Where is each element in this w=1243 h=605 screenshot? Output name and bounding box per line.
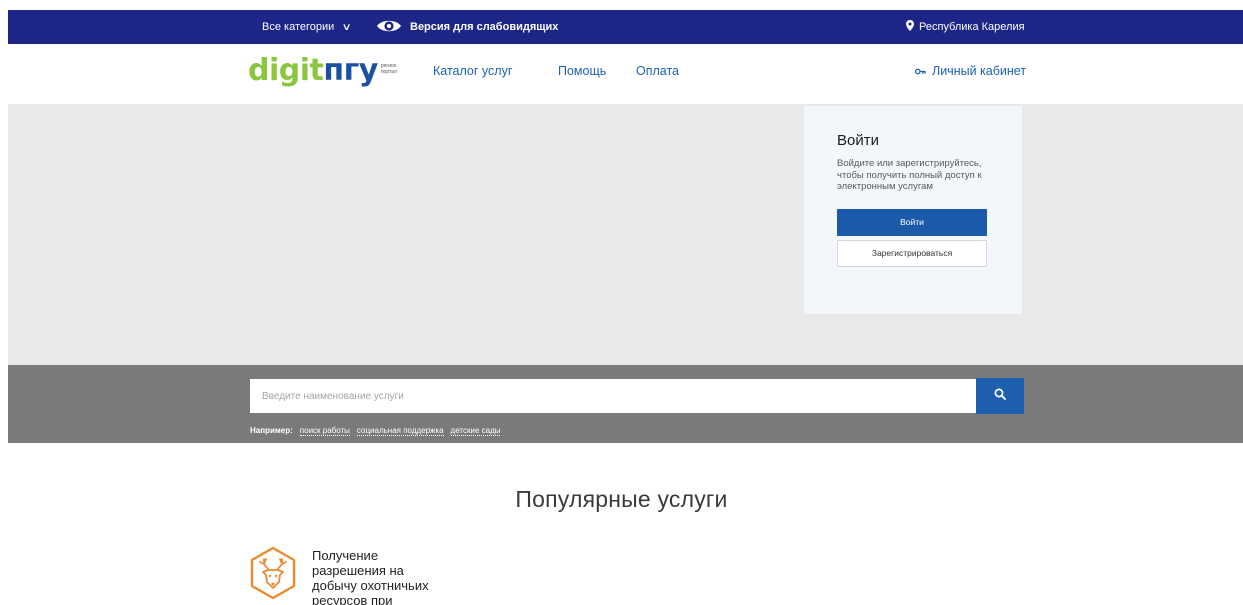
service-search-input[interactable] <box>250 379 976 413</box>
all-categories-label: Все категории <box>262 21 335 33</box>
nav-catalog-link[interactable]: Каталог услуг <box>433 64 512 78</box>
login-card: Войти Войдите или зарегистрируйтесь, что… <box>804 106 1022 314</box>
site-logo[interactable]: digitпгу регион портал <box>248 54 397 88</box>
logo-wordmark: digitпгу <box>248 54 378 88</box>
site-header: digitпгу регион портал Каталог услуг Пом… <box>0 44 1243 104</box>
deer-icon <box>248 546 298 605</box>
register-button[interactable]: Зарегистрироваться <box>837 239 987 267</box>
region-selector[interactable]: Республика Карелия <box>906 10 1025 44</box>
hero-banner <box>8 104 1243 365</box>
search-example-link[interactable]: детские сады <box>450 426 501 436</box>
accessibility-label: Версия для слабовидящих <box>410 21 559 33</box>
location-pin-icon <box>906 20 914 34</box>
all-categories-dropdown[interactable]: Все категории ∨ <box>262 10 353 44</box>
login-description: Войдите или зарегистрируйтесь, чтобы пол… <box>837 158 982 192</box>
search-example-link[interactable]: социальная поддержка <box>356 426 444 436</box>
eye-icon <box>376 18 402 37</box>
nav-help-link[interactable]: Помощь <box>558 64 606 78</box>
accessibility-version-link[interactable]: Версия для слабовидящих <box>376 10 558 44</box>
search-example-link[interactable]: поиск работы <box>299 426 350 436</box>
region-label: Республика Карелия <box>919 21 1025 33</box>
logo-part-pgu: пгу <box>323 53 378 88</box>
popular-service-item[interactable]: Получение разрешения на добычу охотничьи… <box>248 546 452 605</box>
personal-cabinet-label: Личный кабинет <box>932 64 1027 78</box>
search-button[interactable] <box>976 378 1024 414</box>
logo-subtitle: регион портал <box>381 63 397 75</box>
logo-subtitle-line2: портал <box>380 69 397 75</box>
popular-service-name: Получение разрешения на добычу охотничьи… <box>312 548 429 605</box>
chevron-down-icon: ∨ <box>341 21 353 33</box>
key-icon <box>914 64 926 78</box>
search-icon <box>994 387 1006 405</box>
personal-cabinet-link[interactable]: Личный кабинет <box>914 64 1027 78</box>
login-title: Войти <box>837 132 879 149</box>
logo-part-digit: digit <box>248 53 324 88</box>
nav-payment-link[interactable]: Оплата <box>636 64 679 78</box>
search-examples-label: Например: <box>250 426 293 435</box>
top-bar: Все категории ∨ Версия для слабовидящих … <box>8 10 1243 44</box>
login-button[interactable]: Войти <box>837 208 987 236</box>
search-examples: Например: поиск работы социальная поддер… <box>250 426 501 436</box>
popular-services-title: Популярные услуги <box>515 486 728 512</box>
